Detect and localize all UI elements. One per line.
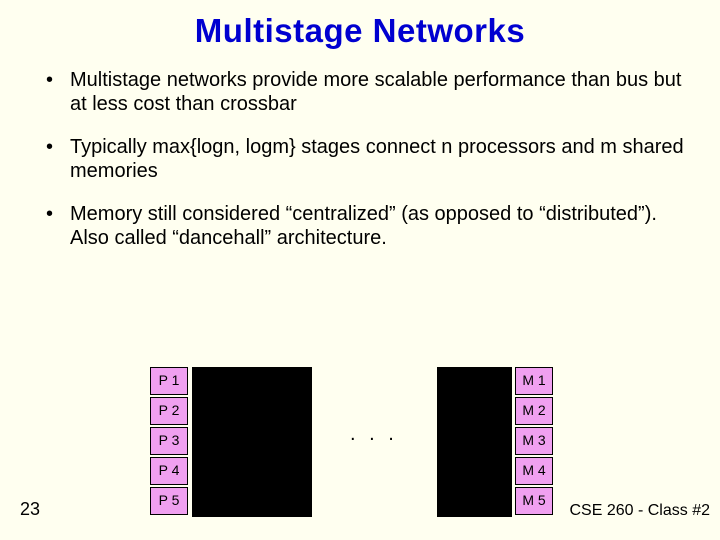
- network-stage-block: [192, 367, 312, 517]
- memory-column: M 1 M 2 M 3 M 4 M 5: [515, 367, 553, 517]
- processor-column: P 1 P 2 P 3 P 4 P 5: [150, 367, 188, 517]
- diagram: P 1 P 2 P 3 P 4 P 5 . . . M 1 M 2 M 3 M …: [0, 367, 720, 522]
- bullet-list: Multistage networks provide more scalabl…: [28, 68, 692, 250]
- processor-box: P 4: [150, 457, 188, 485]
- memory-box: M 1: [515, 367, 553, 395]
- footer-text: CSE 260 - Class #2: [569, 502, 710, 520]
- memory-box: M 4: [515, 457, 553, 485]
- slide: Multistage Networks Multistage networks …: [0, 0, 720, 540]
- processor-box: P 2: [150, 397, 188, 425]
- processor-box: P 3: [150, 427, 188, 455]
- slide-title: Multistage Networks: [28, 12, 692, 50]
- slide-number: 23: [20, 499, 40, 520]
- ellipsis: . . .: [350, 423, 398, 446]
- bullet-item: Multistage networks provide more scalabl…: [40, 68, 692, 117]
- bullet-item: Typically max{logn, logm} stages connect…: [40, 135, 692, 184]
- memory-box: M 2: [515, 397, 553, 425]
- processor-box: P 1: [150, 367, 188, 395]
- bullet-item: Memory still considered “centralized” (a…: [40, 202, 692, 251]
- memory-box: M 5: [515, 487, 553, 515]
- network-stage-block: [437, 367, 512, 517]
- memory-box: M 3: [515, 427, 553, 455]
- processor-box: P 5: [150, 487, 188, 515]
